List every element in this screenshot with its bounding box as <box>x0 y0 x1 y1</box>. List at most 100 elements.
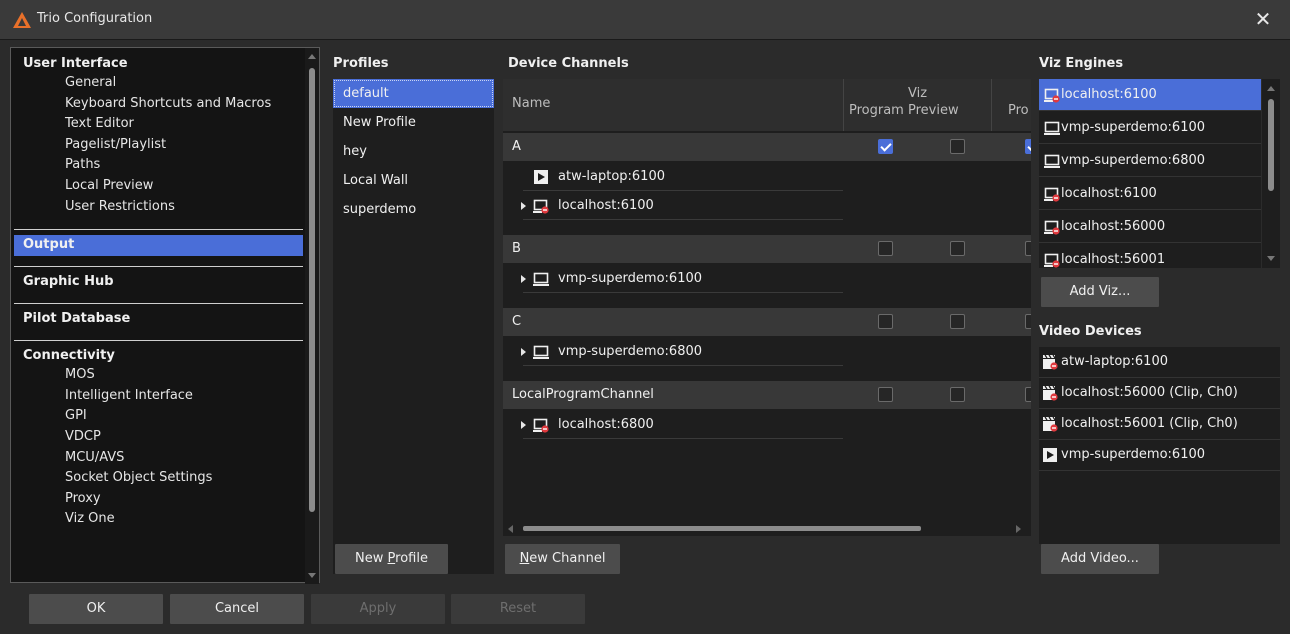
expand-arrow-icon[interactable] <box>521 421 526 429</box>
monitor-icon <box>533 345 549 359</box>
nav-item-local-preview[interactable]: Local Preview <box>65 178 153 193</box>
nav-section-graphic-hub[interactable]: Graphic Hub <box>23 274 114 289</box>
profile-item[interactable]: New Profile <box>333 108 494 137</box>
ok-button[interactable]: OK <box>29 594 163 624</box>
channel-row[interactable]: LocalProgramChannel <box>503 381 1031 409</box>
cancel-button[interactable]: Cancel <box>170 594 304 624</box>
nav-section-output[interactable]: Output <box>23 237 74 252</box>
channel-program-checkbox[interactable] <box>878 387 893 402</box>
add-video-button[interactable]: Add Video... <box>1041 544 1159 574</box>
nav-item-gpi[interactable]: GPI <box>65 408 87 423</box>
viz-engine-item[interactable]: localhost:56000 <box>1039 211 1261 243</box>
dialog-footer: OK Cancel Apply Reset <box>0 585 1290 634</box>
nav-item-mcu-avs[interactable]: MCU/AVS <box>65 450 124 465</box>
video-device-item[interactable]: localhost:56000 (Clip, Ch0) <box>1039 378 1280 409</box>
nav-section-user-interface[interactable]: User Interface <box>23 56 128 71</box>
channel-preview-checkbox[interactable] <box>950 241 965 256</box>
profile-item[interactable]: Local Wall <box>333 166 494 195</box>
profile-item[interactable]: hey <box>333 137 494 166</box>
nav-scrollbar[interactable] <box>305 48 319 584</box>
channel-program-checkbox[interactable] <box>878 314 893 329</box>
row-divider <box>523 292 843 293</box>
channels-hscrollbar[interactable] <box>503 520 1031 536</box>
channel-preview-checkbox[interactable] <box>950 387 965 402</box>
channel-extra-checkbox[interactable] <box>1025 241 1031 256</box>
viz-engine-item[interactable]: localhost:6100 <box>1039 79 1261 111</box>
viz-engine-item[interactable]: vmp-superdemo:6800 <box>1039 145 1261 177</box>
channel-device[interactable]: atw-laptop:6100 <box>503 163 843 191</box>
channel-device[interactable]: vmp-superdemo:6100 <box>503 265 843 293</box>
new-channel-button[interactable]: New Channel <box>505 544 620 574</box>
channel-extra-checkbox[interactable] <box>1025 139 1031 154</box>
viz-scrollbar[interactable] <box>1262 79 1280 268</box>
channel-device-label: vmp-superdemo:6800 <box>558 344 703 359</box>
channels-header: Name Viz Program Preview Pro <box>503 79 1031 131</box>
scroll-up-arrow-icon[interactable] <box>308 54 316 59</box>
nav-item-socket-object-settings[interactable]: Socket Object Settings <box>65 470 212 485</box>
channel-preview-checkbox[interactable] <box>950 139 965 154</box>
close-button[interactable]: ✕ <box>1250 6 1276 32</box>
channel-preview-checkbox[interactable] <box>950 314 965 329</box>
window-title: Trio Configuration <box>37 11 153 26</box>
new-profile-button[interactable]: New Profile <box>335 544 448 574</box>
expand-arrow-icon[interactable] <box>521 348 526 356</box>
expand-arrow-icon[interactable] <box>521 275 526 283</box>
video-device-item[interactable]: localhost:56001 (Clip, Ch0) <box>1039 409 1280 440</box>
reset-button[interactable]: Reset <box>451 594 585 624</box>
channels-hscrollbar-thumb[interactable] <box>523 526 921 531</box>
column-viz[interactable]: Viz Program Preview <box>843 79 991 131</box>
nav-item-paths[interactable]: Paths <box>65 157 100 172</box>
scroll-up-arrow-icon[interactable] <box>1267 86 1275 91</box>
nav-item-proxy[interactable]: Proxy <box>65 491 101 506</box>
viz-engine-item[interactable]: localhost:56001 <box>1039 244 1261 268</box>
nav-section-pilot-database[interactable]: Pilot Database <box>23 311 130 326</box>
nav-section-connectivity[interactable]: Connectivity <box>23 348 115 363</box>
channel-device[interactable]: vmp-superdemo:6800 <box>503 338 843 366</box>
viz-scrollbar-thumb[interactable] <box>1268 99 1274 191</box>
nav-item-intelligent-interface[interactable]: Intelligent Interface <box>65 388 193 403</box>
channel-device[interactable]: localhost:6100 <box>503 192 843 220</box>
nav-item-viz-one[interactable]: Viz One <box>65 511 115 526</box>
scroll-down-arrow-icon[interactable] <box>308 573 316 578</box>
channel-device[interactable]: localhost:6800 <box>503 411 843 439</box>
channel-program-checkbox[interactable] <box>878 241 893 256</box>
new-channel-suffix: ew Channel <box>529 551 606 566</box>
channel-row[interactable]: C <box>503 308 1031 336</box>
video-device-item[interactable]: vmp-superdemo:6100 <box>1039 440 1280 471</box>
viz-engine-item[interactable]: vmp-superdemo:6100 <box>1039 112 1261 144</box>
scroll-left-arrow-icon[interactable] <box>508 525 513 533</box>
channel-extra-checkbox[interactable] <box>1025 387 1031 402</box>
profile-item[interactable]: superdemo <box>333 195 494 224</box>
expand-arrow-icon[interactable] <box>521 202 526 210</box>
nav-item-general[interactable]: General <box>65 75 116 90</box>
viz-engine-item[interactable]: localhost:6100 <box>1039 178 1261 210</box>
nav-item-mos[interactable]: MOS <box>65 367 95 382</box>
add-viz-button[interactable]: Add Viz... <box>1041 277 1159 307</box>
nav-item-pagelist-playlist[interactable]: Pagelist/Playlist <box>65 137 166 152</box>
video-device-item[interactable]: atw-laptop:6100 <box>1039 347 1280 378</box>
nav-scrollbar-thumb[interactable] <box>309 68 315 512</box>
column-truncated[interactable]: Pro <box>991 79 1031 131</box>
row-divider <box>523 365 843 366</box>
nav-item-user-restrictions[interactable]: User Restrictions <box>65 199 175 214</box>
column-name[interactable]: Name <box>503 79 843 131</box>
nav-item-text-editor[interactable]: Text Editor <box>65 116 134 131</box>
channel-row[interactable]: B <box>503 235 1031 263</box>
nav-item-vdcp[interactable]: VDCP <box>65 429 101 444</box>
video-device-label: atw-laptop:6100 <box>1061 354 1168 369</box>
channel-row[interactable]: A <box>503 133 1031 161</box>
viz-engine-error-icon <box>533 199 549 214</box>
column-program-label: Program <box>849 103 904 118</box>
channel-device-label: localhost:6800 <box>558 417 654 432</box>
channel-extra-checkbox[interactable] <box>1025 314 1031 329</box>
profile-item[interactable]: default <box>333 79 494 108</box>
nav-item-keyboard-shortcuts-and-macros[interactable]: Keyboard Shortcuts and Macros <box>65 96 271 111</box>
viz-engine-error-icon <box>533 418 549 433</box>
apply-button[interactable]: Apply <box>311 594 445 624</box>
scroll-right-arrow-icon[interactable] <box>1016 525 1021 533</box>
row-divider <box>523 219 843 220</box>
video-clip-error-icon <box>1043 354 1058 370</box>
channel-program-checkbox[interactable] <box>878 139 893 154</box>
scroll-down-arrow-icon[interactable] <box>1267 256 1275 261</box>
monitor-icon <box>1044 154 1060 168</box>
